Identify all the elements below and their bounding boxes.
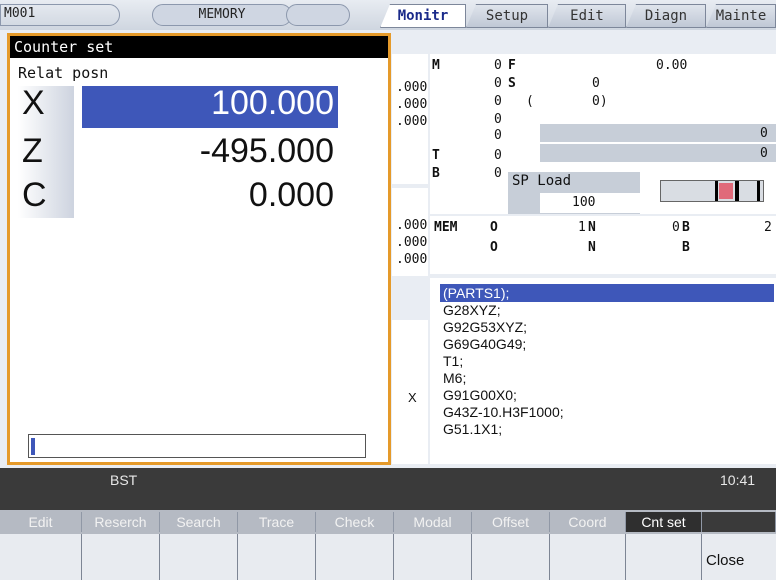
- modal-bar-2: [540, 144, 776, 162]
- softkey-trace[interactable]: Trace: [238, 512, 316, 532]
- axis-c-value[interactable]: 0.000: [82, 176, 334, 215]
- sp-load-value: 100: [572, 195, 596, 210]
- program-line-5[interactable]: T1;: [443, 353, 463, 369]
- softkey-cnt-set[interactable]: Cnt set: [626, 512, 702, 532]
- softkey-coord[interactable]: Coord: [550, 512, 626, 532]
- b1-value: 2: [764, 220, 772, 235]
- key-2[interactable]: [82, 534, 160, 580]
- program-line-9[interactable]: G51.1X1;: [443, 421, 502, 437]
- modal-bar-1: [540, 124, 776, 142]
- sp-load-meter: [660, 180, 764, 202]
- b-label: B: [432, 166, 440, 181]
- status-left: BST: [110, 472, 138, 488]
- softkey-edit[interactable]: Edit: [0, 512, 82, 532]
- program-line-1[interactable]: (PARTS1);: [443, 285, 509, 301]
- s-label: S: [508, 76, 516, 91]
- b-value: 0: [494, 166, 502, 181]
- m-label: M: [432, 58, 440, 73]
- program-line-2[interactable]: G28XYZ;: [443, 302, 501, 318]
- key-4[interactable]: [238, 534, 316, 580]
- pos-value-3: .000: [396, 114, 428, 129]
- softkey-offset[interactable]: Offset: [472, 512, 550, 532]
- pos-value-6: .000: [396, 252, 428, 267]
- t-label: T: [432, 148, 440, 163]
- input-cursor: [31, 438, 35, 455]
- paren-open: (: [526, 94, 534, 109]
- program-line-3[interactable]: G92G53XYZ;: [443, 319, 527, 335]
- paren-value: 0): [592, 94, 608, 109]
- o1-value: 1: [578, 220, 586, 235]
- top-bar: M001 MEMORY Monitr Setup Edit Diagn Main…: [0, 0, 776, 30]
- mode-extra-pill: [286, 4, 350, 26]
- tab-edit[interactable]: Edit: [548, 4, 626, 28]
- r4b-value: 0: [494, 128, 502, 143]
- b2-label: B: [682, 240, 690, 255]
- close-key[interactable]: Close: [702, 534, 776, 580]
- n1-value: 0: [672, 220, 680, 235]
- o2-label: O: [490, 240, 498, 255]
- tab-setup[interactable]: Setup: [466, 4, 548, 28]
- key-7[interactable]: [472, 534, 550, 580]
- mode-code-pill: [0, 4, 120, 26]
- n2-label: N: [588, 240, 596, 255]
- m-value: 0: [494, 58, 502, 73]
- x-label: X: [408, 390, 417, 405]
- axis-z-label: Z: [22, 132, 43, 170]
- axis-c-label: C: [22, 176, 47, 214]
- o1-label: O: [490, 220, 498, 235]
- key-6[interactable]: [394, 534, 472, 580]
- axis-x-label: X: [22, 84, 45, 122]
- program-line-6[interactable]: M6;: [443, 370, 466, 386]
- s-value: 0: [592, 76, 600, 91]
- tab-monitr[interactable]: Monitr: [380, 4, 466, 28]
- program-line-4[interactable]: G69G40G49;: [443, 336, 526, 352]
- mode-name: MEMORY: [152, 4, 292, 26]
- input-field[interactable]: [28, 434, 366, 458]
- key-1[interactable]: [0, 534, 82, 580]
- softkey-check[interactable]: Check: [316, 512, 394, 532]
- sp-load-meter-mark-3: [757, 181, 760, 201]
- f-label: F: [508, 58, 516, 73]
- t-right: 0: [760, 146, 768, 161]
- softkey-modal[interactable]: Modal: [394, 512, 472, 532]
- key-8[interactable]: [550, 534, 626, 580]
- pos-value-4: .000: [396, 218, 428, 233]
- key-3[interactable]: [160, 534, 238, 580]
- r3-value: 0: [494, 94, 502, 109]
- axis-x-value[interactable]: 100.000: [82, 84, 334, 123]
- sp-load-meter-mark-2: [735, 181, 739, 201]
- counter-set-dialog: Counter set Relat posn X 100.000 Z -495.…: [7, 33, 391, 465]
- n1-label: N: [588, 220, 596, 235]
- pos-value-1: .000: [396, 80, 428, 95]
- r4-value: 0: [494, 112, 502, 127]
- softkey-reserch[interactable]: Reserch: [82, 512, 160, 532]
- program-line-7[interactable]: G91G00X0;: [443, 387, 517, 403]
- pos-value-5: .000: [396, 235, 428, 250]
- softkey-blank[interactable]: [702, 512, 776, 532]
- sp-load-label: SP Load: [512, 173, 572, 189]
- close-label: Close: [706, 552, 745, 569]
- key-5[interactable]: [316, 534, 394, 580]
- t-value: 0: [494, 148, 502, 163]
- dialog-title: Counter set: [10, 36, 388, 58]
- tab-diagn[interactable]: Diagn: [626, 4, 706, 28]
- axis-z-value[interactable]: -495.000: [82, 132, 334, 171]
- mem-label: MEM: [434, 220, 458, 235]
- r4-right: 0: [760, 126, 768, 141]
- dialog-subtitle: Relat posn: [18, 64, 109, 82]
- status-bar: BST 10:41: [0, 468, 776, 510]
- b1-label: B: [682, 220, 690, 235]
- pos-value-2: .000: [396, 97, 428, 112]
- sp-load-meter-mark-1: [715, 181, 718, 201]
- program-line-8[interactable]: G43Z-10.H3F1000;: [443, 404, 564, 420]
- softkey-search[interactable]: Search: [160, 512, 238, 532]
- status-time: 10:41: [720, 472, 756, 488]
- key-9[interactable]: [626, 534, 702, 580]
- tab-mainte[interactable]: Mainte: [706, 4, 776, 28]
- mem-panel: [430, 216, 776, 274]
- sp-load-meter-fill: [719, 183, 733, 199]
- r2-value: 0: [494, 76, 502, 91]
- f-value: 0.00: [656, 58, 688, 73]
